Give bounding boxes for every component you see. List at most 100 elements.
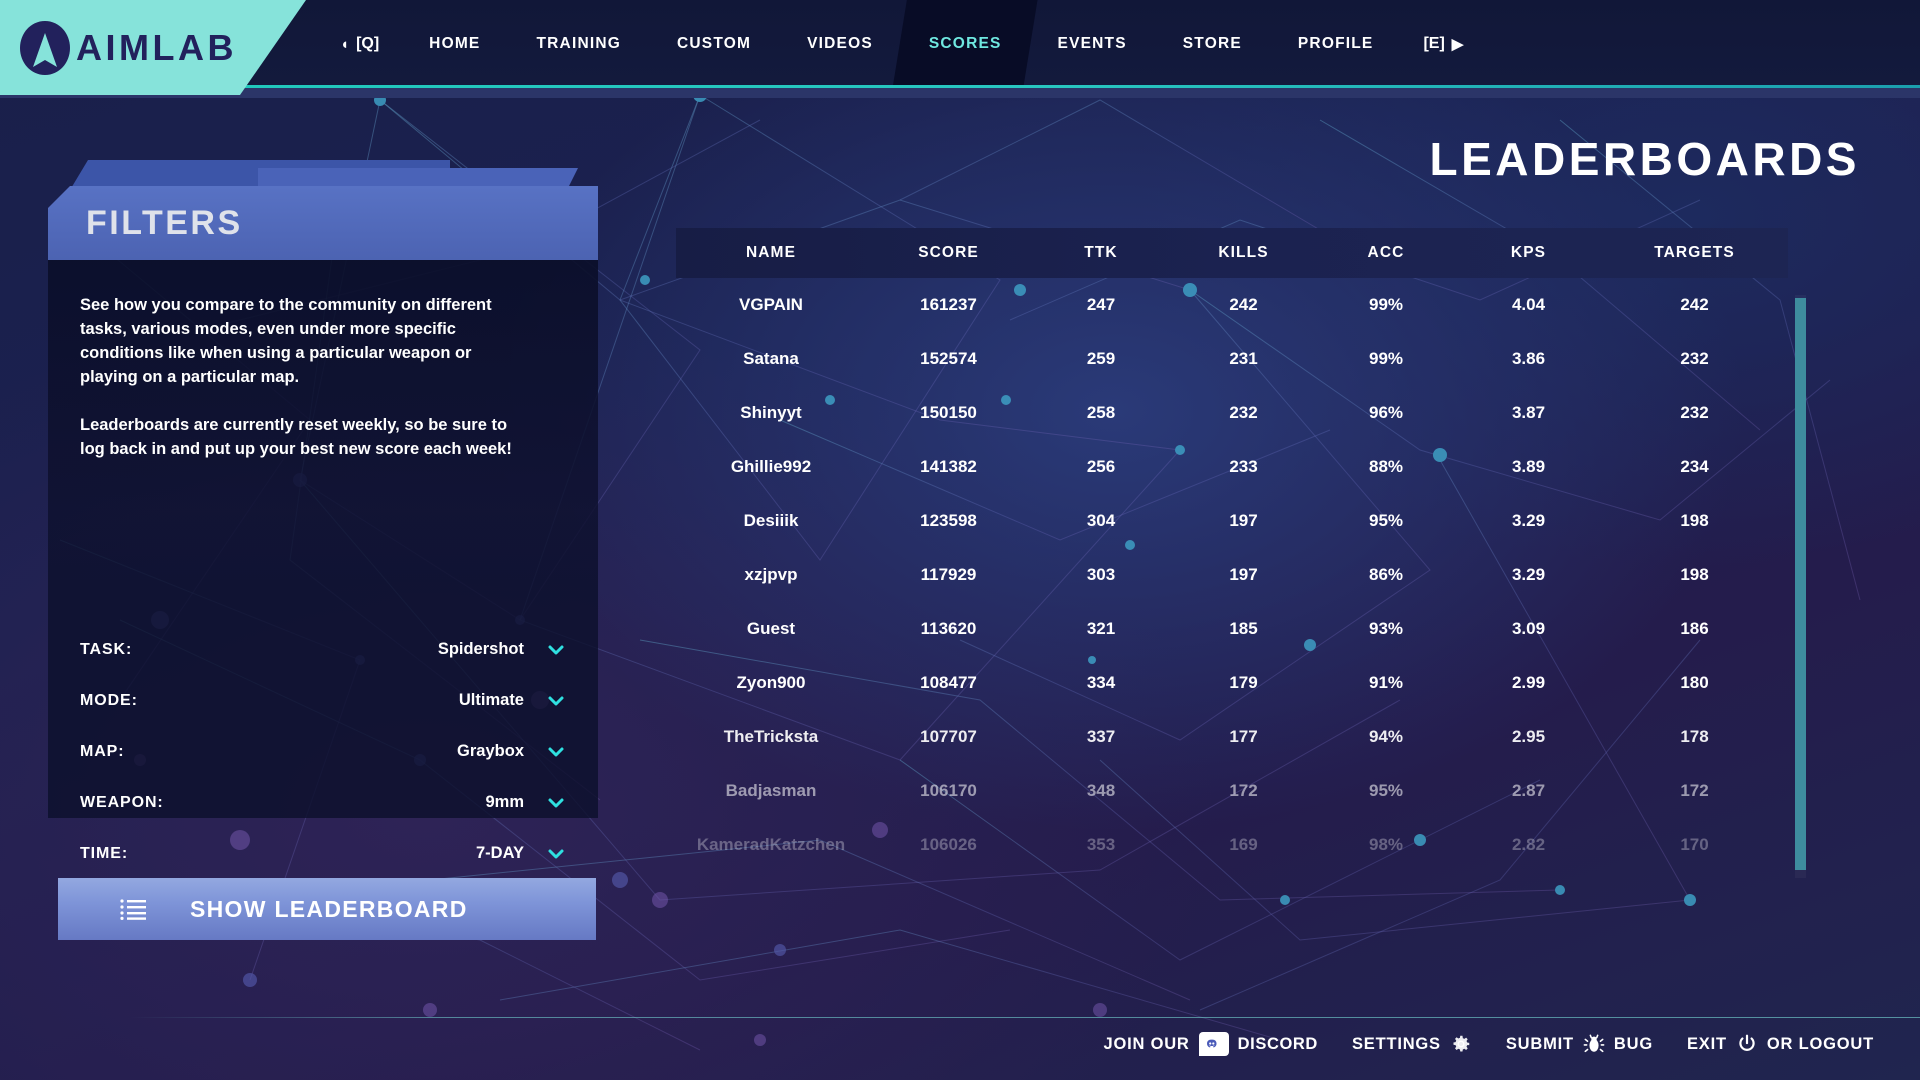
cell-kills: 197 xyxy=(1229,565,1258,584)
nav-item-videos[interactable]: VIDEOS xyxy=(779,0,901,88)
table-row[interactable]: KameradKatzchen 106026 353 169 98% 2.82 … xyxy=(676,818,1788,872)
cell-acc: 96% xyxy=(1368,403,1404,422)
footer-discord-link[interactable]: JOIN OUR DISCORD xyxy=(1103,1032,1317,1056)
cell-score: 106026 xyxy=(920,835,977,854)
cell-kps: 2.95 xyxy=(1511,727,1546,746)
column-header-kills: KILLS xyxy=(1218,244,1269,261)
cell-targets: 234 xyxy=(1680,457,1709,476)
filter-label-map: MAP: xyxy=(80,742,125,760)
cell-score: 152574 xyxy=(920,349,977,368)
cell-name: Guest xyxy=(746,619,796,638)
cell-acc: 94% xyxy=(1368,727,1404,746)
cell-ttk: 258 xyxy=(1086,403,1116,422)
cell-ttk: 334 xyxy=(1086,673,1116,692)
nav-item-home[interactable]: HOME xyxy=(401,0,508,88)
discord-icon xyxy=(1198,1032,1229,1056)
cell-score: 123598 xyxy=(920,511,977,530)
cell-name: TheTricksta xyxy=(723,727,819,746)
filter-row-mode[interactable]: MODE: Ultimate xyxy=(80,675,566,726)
table-row[interactable]: xzjpvp 117929 303 197 86% 3.29 198 xyxy=(676,548,1788,602)
filter-row-task[interactable]: TASK: Spidershot xyxy=(80,624,566,675)
filters-header: FILTERS xyxy=(48,160,598,260)
filter-value-mode: Ultimate xyxy=(458,691,524,709)
cell-ttk: 259 xyxy=(1086,349,1116,368)
filters-tab-main: FILTERS xyxy=(48,186,598,260)
aimlab-logo-icon xyxy=(20,20,70,75)
cell-targets: 242 xyxy=(1680,295,1709,314)
show-leaderboard-button[interactable]: SHOW LEADERBOARD xyxy=(58,878,596,940)
cell-kills: 231 xyxy=(1229,349,1258,368)
cell-kills: 197 xyxy=(1229,511,1258,530)
caret-right-icon: ▶ xyxy=(1451,35,1464,53)
column-header-ttk: TTK xyxy=(1084,244,1118,261)
cell-ttk: 321 xyxy=(1086,619,1116,638)
nav-prev-key-label: [Q] xyxy=(356,35,380,52)
nav-item-profile[interactable]: PROFILE xyxy=(1270,0,1402,88)
filter-label-time: TIME: xyxy=(80,844,129,862)
filter-row-map[interactable]: MAP: Graybox xyxy=(80,726,566,777)
cell-kps: 2.99 xyxy=(1511,673,1546,692)
cell-targets: 172 xyxy=(1680,781,1709,800)
cell-kills: 169 xyxy=(1229,835,1258,854)
cell-ttk: 256 xyxy=(1086,457,1116,476)
filter-row-weapon[interactable]: WEAPON: 9mm xyxy=(80,777,566,828)
cell-kills: 242 xyxy=(1229,295,1258,314)
cell-name: xzjpvp xyxy=(744,565,798,584)
cell-score: 106170 xyxy=(920,781,977,800)
nav-item-store[interactable]: STORE xyxy=(1155,0,1270,88)
footer-submit-bug-link[interactable]: SUBMIT BUG xyxy=(1506,1033,1653,1055)
filter-row-time[interactable]: TIME: 7-DAY xyxy=(80,828,566,879)
footer-settings-label: SETTINGS xyxy=(1351,1034,1441,1053)
cell-ttk: 303 xyxy=(1086,565,1116,584)
table-row[interactable]: Desiiik 123598 304 197 95% 3.29 198 xyxy=(676,494,1788,548)
list-icon xyxy=(120,899,146,920)
nav-item-training[interactable]: TRAINING xyxy=(508,0,649,88)
cell-kills: 172 xyxy=(1229,781,1258,800)
column-header-kps: KPS xyxy=(1510,244,1547,261)
leaderboard-scrollbar-thumb[interactable] xyxy=(1795,298,1806,870)
cell-acc: 98% xyxy=(1368,835,1404,854)
filters-description-2: Leaderboards are currently reset weekly,… xyxy=(80,415,512,458)
nav-under-fill xyxy=(0,88,1920,98)
gear-icon xyxy=(1453,1035,1470,1052)
filters-panel: FILTERS See how you compare to the commu… xyxy=(48,160,598,862)
cell-kps: 3.09 xyxy=(1511,619,1546,638)
cell-acc: 88% xyxy=(1368,457,1404,476)
cell-kps: 4.04 xyxy=(1511,295,1546,314)
table-row[interactable]: Ghillie992 141382 256 233 88% 3.89 234 xyxy=(676,440,1788,494)
chevron-down-icon[interactable] xyxy=(546,793,566,813)
nav-item-events[interactable]: EVENTS xyxy=(1030,0,1155,88)
filter-value-time: 7-DAY xyxy=(476,844,524,862)
chevron-down-icon[interactable] xyxy=(546,691,566,711)
table-row[interactable]: Shinyyt 150150 258 232 96% 3.87 232 xyxy=(676,386,1788,440)
footer-settings-link[interactable]: SETTINGS xyxy=(1352,1033,1472,1055)
nav-item-scores[interactable]: SCORES xyxy=(901,0,1030,88)
cell-kps: 3.89 xyxy=(1511,457,1546,476)
footer-logout-label: OR LOGOUT xyxy=(1766,1034,1874,1053)
column-header-targets: TARGETS xyxy=(1654,244,1735,261)
nav-item-custom[interactable]: CUSTOM xyxy=(649,0,779,88)
cell-kps: 3.29 xyxy=(1511,565,1546,584)
footer-exit-logout-link[interactable]: EXIT OR LOGOUT xyxy=(1687,1033,1874,1055)
chevron-down-icon[interactable] xyxy=(546,742,566,762)
table-row[interactable]: Guest 113620 321 185 93% 3.09 186 xyxy=(676,602,1788,656)
nav-next-key[interactable]: [E] ▶ xyxy=(1401,0,1485,88)
nav-prev-key[interactable]: ◖ [Q] xyxy=(318,0,401,88)
column-header-name: NAME xyxy=(745,244,797,261)
chevron-down-icon[interactable] xyxy=(546,640,566,660)
table-row[interactable]: TheTricksta 107707 337 177 94% 2.95 178 xyxy=(676,710,1788,764)
table-row[interactable]: VGPAIN 161237 247 242 99% 4.04 242 xyxy=(676,278,1788,332)
table-row[interactable]: Badjasman 106170 348 172 95% 2.87 172 xyxy=(676,764,1788,818)
cell-kills: 232 xyxy=(1229,403,1258,422)
bug-icon xyxy=(1583,1034,1605,1053)
chevron-down-icon[interactable] xyxy=(546,844,566,864)
cell-targets: 232 xyxy=(1680,403,1709,422)
cell-name: Desiiik xyxy=(743,511,799,530)
cell-score: 117929 xyxy=(920,565,977,584)
table-row[interactable]: Zyon900 108477 334 179 91% 2.99 180 xyxy=(676,656,1788,710)
table-row[interactable]: Satana 152574 259 231 99% 3.86 232 xyxy=(676,332,1788,386)
cell-kills: 179 xyxy=(1229,673,1258,692)
filter-value-weapon: 9mm xyxy=(485,793,524,811)
filters-body: See how you compare to the community on … xyxy=(48,260,598,862)
cell-kps: 3.29 xyxy=(1511,511,1546,530)
